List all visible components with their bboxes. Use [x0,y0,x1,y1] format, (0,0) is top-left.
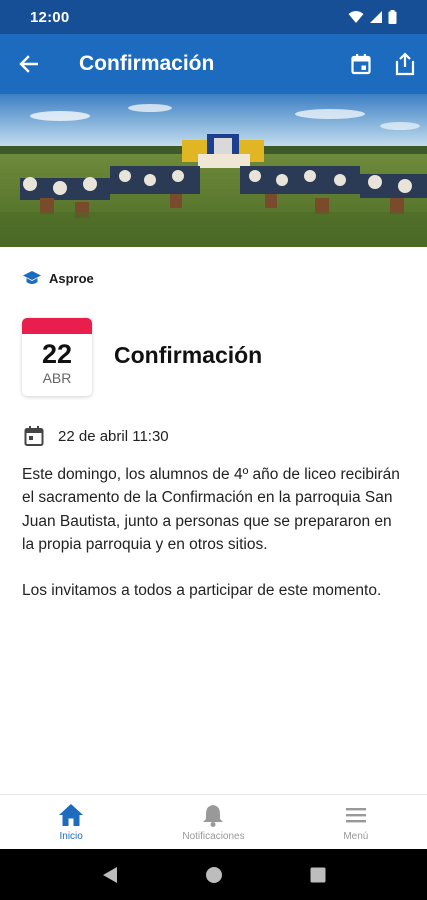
status-time: 12:00 [30,8,70,26]
event-title: Confirmación [114,342,263,368]
page-title: Confirmación [79,52,215,75]
nav-item-home[interactable]: Inicio [0,795,142,849]
home-circle-icon[interactable] [205,866,223,884]
event-photo [0,94,427,247]
bell-icon [203,805,224,827]
app-bar-actions [339,34,427,94]
battery-icon [388,10,397,24]
calendar-icon [24,426,44,446]
date-month: ABR [42,370,72,386]
share-button[interactable] [383,34,427,94]
organization-name: Asproe [49,270,94,286]
arrow-back-icon [19,55,38,73]
organization-row[interactable]: Asproe [22,270,94,286]
date-badge-header [22,318,92,334]
status-icons [348,10,397,24]
back-triangle-icon[interactable] [101,866,119,884]
description-paragraph: Los invitamos a todos a participar de es… [22,582,382,600]
date-badge: 22 ABR [22,318,92,396]
recents-square-icon[interactable] [309,866,327,884]
calendar-icon [351,54,371,75]
add-to-calendar-button[interactable] [339,34,383,94]
bottom-navigation: Inicio Notificaciones Menú [0,794,427,849]
app-bar: Confirmación [0,34,427,94]
description-paragraph: Este domingo, los alumnos de 4º año de l… [22,466,400,553]
graduation-cap-icon [23,271,41,284]
event-datetime: 22 de abril 11:30 [58,427,169,445]
nav-label-notifications: Notificaciones [182,831,245,842]
date-day: 22 [41,339,73,369]
nav-label-menu: Menú [343,831,369,842]
nav-item-notifications[interactable]: Notificaciones [142,795,284,849]
status-bar: 12:00 [0,0,427,34]
back-button[interactable] [0,34,56,94]
system-navigation-bar [0,849,427,900]
share-icon [395,52,415,76]
nav-item-menu[interactable]: Menú [285,795,427,849]
home-icon [59,804,84,826]
signal-icon [370,11,382,23]
event-description: Este domingo, los alumnos de 4º año de l… [22,463,407,626]
wifi-icon [348,11,364,23]
event-datetime-row: 22 de abril 11:30 [22,424,169,448]
menu-icon [345,808,366,823]
nav-label-home: Inicio [59,831,83,842]
